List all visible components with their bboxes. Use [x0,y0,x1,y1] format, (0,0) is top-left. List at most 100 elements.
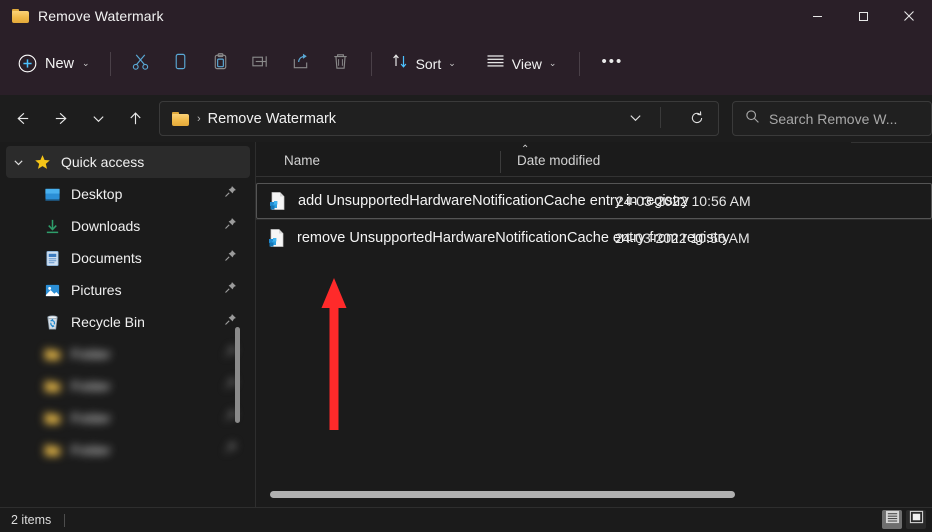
folder-icon [12,9,29,23]
sidebar-scrollbar-thumb[interactable] [235,327,240,423]
recycle-bin-icon [40,314,64,331]
minimize-button[interactable] [794,0,840,32]
sort-arrows-icon [391,52,409,75]
large-icons-view-button[interactable] [906,510,926,529]
sidebar-item-folder-1[interactable]: Folder [6,338,250,370]
sidebar-item-label: Folder [71,442,111,458]
rename-button[interactable] [241,47,281,81]
share-button[interactable] [281,47,321,81]
details-view-button[interactable] [882,510,902,529]
pin-icon[interactable] [224,281,237,299]
pin-icon[interactable] [224,249,237,267]
trash-icon [331,52,350,76]
forward-button[interactable] [47,102,75,135]
refresh-button[interactable] [680,102,714,133]
column-header-row: ⌃ Name Date modified [256,142,932,176]
window-controls [794,0,932,32]
sidebar-item-recycle-bin[interactable]: Recycle Bin [6,306,250,338]
up-button[interactable] [122,102,150,135]
sidebar-item-label: Desktop [71,186,123,202]
toolbar-divider-3 [579,51,581,76]
column-header-name[interactable]: Name [256,153,500,176]
folder-icon [172,111,189,126]
folder-icon [40,379,64,394]
view-button-label: View [511,55,542,72]
pin-icon[interactable] [224,217,237,235]
content-area: Quick access Desktop Downloads Documents… [0,142,932,508]
recent-locations-button[interactable] [85,102,113,135]
cut-button[interactable] [121,47,161,81]
file-date-modified: 24-03-2022 10:56 AM [615,230,750,246]
horizontal-scrollbar-thumb[interactable] [270,491,735,498]
item-count-label: 2 items [11,513,52,527]
command-bar: New ⌄ Sort ⌄ View ⌄ ••• [0,32,932,95]
address-bar[interactable]: › Remove Watermark [159,101,719,136]
sidebar-item-label: Documents [71,250,142,266]
pin-icon[interactable] [224,441,237,459]
sidebar-item-folder-3[interactable]: Folder [6,402,250,434]
address-dropdown-button[interactable] [618,102,652,133]
title-bar: Remove Watermark [0,0,932,32]
details-view-icon [885,510,900,529]
registry-file-icon [268,228,286,248]
sidebar-item-desktop[interactable]: Desktop [6,178,250,210]
ellipsis-icon: ••• [601,53,624,70]
status-bar: 2 items [0,507,932,532]
scissors-icon [131,52,150,76]
file-date-modified: 24-03-2022 10:56 AM [616,193,751,209]
sidebar-item-label: Folder [71,346,111,362]
folder-icon [40,411,64,426]
copy-button[interactable] [161,47,201,81]
chevron-down-icon: ⌄ [82,58,90,68]
delete-button[interactable] [321,47,361,81]
table-row[interactable]: remove UnsupportedHardwareNotificationCa… [256,220,932,256]
close-button[interactable] [886,0,932,32]
new-button[interactable]: New ⌄ [10,47,100,81]
pin-icon[interactable] [224,185,237,203]
column-header-date-modified[interactable]: Date modified [501,153,600,176]
table-row[interactable]: add UnsupportedHardwareNotificationCache… [256,183,932,219]
navigation-pane[interactable]: Quick access Desktop Downloads Documents… [0,142,256,508]
sidebar-item-folder-2[interactable]: Folder [6,370,250,402]
paste-button[interactable] [201,47,241,81]
large-icons-view-icon [909,510,924,529]
registry-file-icon [269,191,287,211]
folder-icon [40,443,64,458]
paste-icon [211,52,230,76]
breadcrumb-separator: › [197,112,201,125]
sidebar-item-folder-4[interactable]: Folder [6,434,250,466]
chevron-down-icon: ⌄ [548,58,557,68]
plus-circle-icon [18,54,37,73]
chevron-down-icon[interactable] [6,157,30,168]
star-icon [30,154,54,171]
file-explorer-window: Remove Watermark New ⌄ Sort ⌄ View ⌄ •••… [0,0,932,532]
breadcrumb-current-path: Remove Watermark [207,110,337,127]
maximize-button[interactable] [840,0,886,32]
sidebar-item-label: Recycle Bin [71,314,145,330]
folder-icon [40,347,64,362]
desktop-icon [40,186,64,203]
sidebar-item-label: Downloads [71,218,141,234]
download-icon [40,218,64,235]
status-divider [64,513,66,527]
sidebar-item-quick-access[interactable]: Quick access [6,146,250,178]
file-list-pane[interactable]: ⌃ Name Date modified add UnsupportedHard… [256,142,932,508]
sidebar-item-pictures[interactable]: Pictures [6,274,250,306]
sort-ascending-icon: ⌃ [521,144,530,155]
copy-icon [171,52,190,76]
search-icon [745,109,760,129]
lines-icon [486,53,505,74]
window-title: Remove Watermark [38,8,164,24]
back-button[interactable] [8,102,36,135]
sidebar-item-downloads[interactable]: Downloads [6,210,250,242]
view-toggle-group [882,510,926,529]
share-icon [291,52,310,76]
more-options-button[interactable]: ••• [590,47,634,81]
sort-button[interactable]: Sort ⌄ [382,47,465,81]
sidebar-item-label: Folder [71,410,111,426]
sidebar-item-documents[interactable]: Documents [6,242,250,274]
toolbar-divider-1 [109,51,111,76]
view-button[interactable]: View ⌄ [477,47,566,81]
sidebar-item-label: Folder [71,378,111,394]
search-input[interactable]: Search Remove W... [732,101,932,136]
